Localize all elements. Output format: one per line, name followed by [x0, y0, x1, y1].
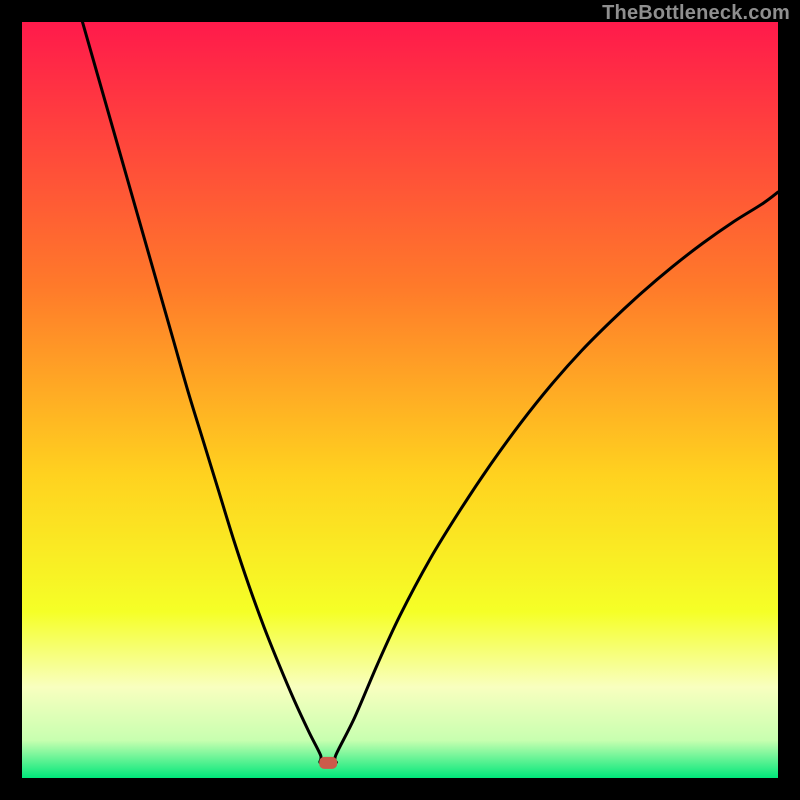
chart-frame: TheBottleneck.com	[0, 0, 800, 800]
minimum-marker	[319, 757, 337, 769]
bottleneck-chart	[22, 22, 778, 778]
chart-background	[22, 22, 778, 778]
